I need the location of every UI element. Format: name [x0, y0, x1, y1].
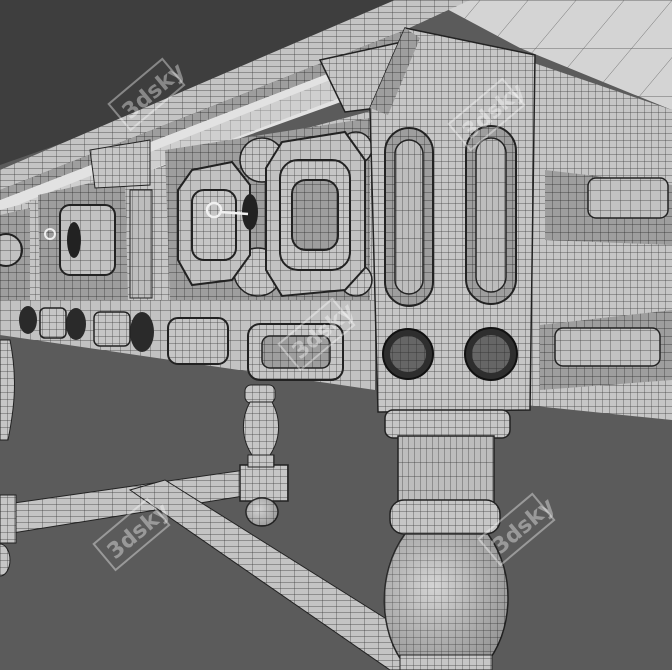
carved-panel-main: [165, 118, 373, 305]
apron-right-molding-top: [587, 177, 669, 219]
stretcher-block: [239, 464, 289, 502]
carved-panel-third: [129, 189, 153, 299]
back-leg: [243, 384, 279, 527]
apron-right-molding-bottom: [554, 327, 661, 367]
carved-panel-left: [0, 208, 30, 300]
render-viewport: 3dsky 3dsky 3dsky 3dsky 3dsky: [0, 0, 672, 670]
carved-panel-second: [38, 175, 128, 300]
wireframe-render: 3dsky 3dsky 3dsky 3dsky 3dsky: [0, 0, 672, 670]
